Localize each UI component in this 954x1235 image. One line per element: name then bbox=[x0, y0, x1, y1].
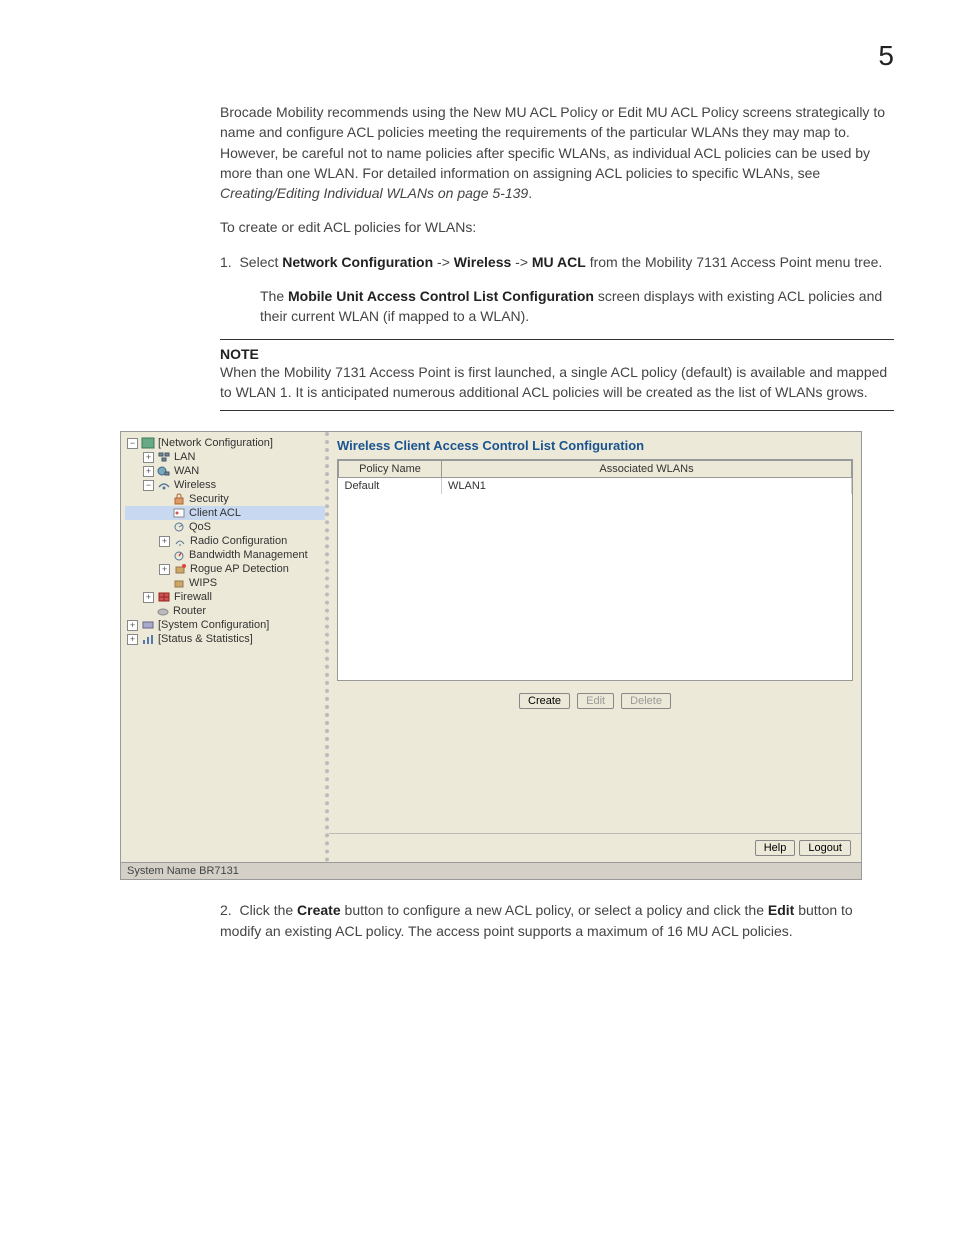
note-rule-bottom bbox=[220, 410, 894, 411]
stats-icon bbox=[141, 633, 155, 645]
wips-icon bbox=[172, 577, 186, 589]
step1-b1: Network Configuration bbox=[282, 254, 433, 270]
tree-label: QoS bbox=[189, 521, 211, 533]
tree-label: Bandwidth Management bbox=[189, 549, 308, 561]
step1-m1: -> bbox=[433, 254, 454, 270]
note-label: NOTE bbox=[220, 346, 894, 362]
step2-b1: Create bbox=[297, 902, 341, 918]
status-bar: System Name BR7131 bbox=[121, 862, 861, 879]
tree-label: WAN bbox=[174, 465, 199, 477]
tree-label: Wireless bbox=[174, 479, 216, 491]
tree-status-statistics[interactable]: + [Status & Statistics] bbox=[125, 632, 325, 646]
wireless-icon bbox=[157, 479, 171, 491]
tree-label: Security bbox=[189, 493, 229, 505]
intro-paragraph: Brocade Mobility recommends using the Ne… bbox=[220, 102, 894, 203]
panel-title: Wireless Client Access Control List Conf… bbox=[329, 432, 861, 459]
step2-pre: Click the bbox=[239, 902, 297, 918]
tree-label: [Status & Statistics] bbox=[158, 633, 253, 645]
step1-post: from the Mobility 7131 Access Point menu… bbox=[586, 254, 882, 270]
step2-b2: Edit bbox=[768, 902, 794, 918]
step-2: 2. Click the Create button to configure … bbox=[220, 900, 894, 941]
rogue-icon bbox=[173, 563, 187, 575]
tree-label: WIPS bbox=[189, 577, 217, 589]
page-number: 5 bbox=[60, 40, 894, 72]
content-panel: Wireless Client Access Control List Conf… bbox=[329, 432, 861, 862]
tree-label: Firewall bbox=[174, 591, 212, 603]
expand-icon[interactable]: + bbox=[143, 592, 154, 603]
tree-firewall[interactable]: + Firewall bbox=[125, 590, 325, 604]
step1-b2: Wireless bbox=[454, 254, 511, 270]
tree-label: [System Configuration] bbox=[158, 619, 269, 631]
edit-button[interactable]: Edit bbox=[577, 693, 614, 709]
action-buttons: Create Edit Delete bbox=[329, 681, 861, 721]
client-acl-icon bbox=[172, 507, 186, 519]
wan-icon bbox=[157, 465, 171, 477]
nav-tree: − [Network Configuration] + LAN + WAN − … bbox=[121, 432, 329, 862]
step1sub-b: Mobile Unit Access Control List Configur… bbox=[288, 288, 594, 304]
radio-icon bbox=[173, 535, 187, 547]
collapse-icon[interactable]: − bbox=[127, 438, 138, 449]
tree-bandwidth[interactable]: Bandwidth Management bbox=[125, 548, 325, 562]
screenshot-figure: − [Network Configuration] + LAN + WAN − … bbox=[120, 431, 862, 880]
tree-radio-config[interactable]: + Radio Configuration bbox=[125, 534, 325, 548]
tree-label: Rogue AP Detection bbox=[190, 563, 289, 575]
cell-associated-wlans: WLAN1 bbox=[442, 478, 852, 495]
note-rule-top bbox=[220, 339, 894, 340]
tree-rogue-ap[interactable]: + Rogue AP Detection bbox=[125, 562, 325, 576]
collapse-icon[interactable]: − bbox=[143, 480, 154, 491]
qos-icon bbox=[172, 521, 186, 533]
tree-lan[interactable]: + LAN bbox=[125, 450, 325, 464]
tree-label: Radio Configuration bbox=[190, 535, 287, 547]
logout-button[interactable]: Logout bbox=[799, 840, 851, 856]
expand-icon[interactable]: + bbox=[127, 620, 138, 631]
system-icon bbox=[141, 619, 155, 631]
table-row[interactable]: Default WLAN1 bbox=[339, 478, 852, 495]
bandwidth-icon bbox=[172, 549, 186, 561]
expand-icon[interactable]: + bbox=[159, 564, 170, 575]
step2-mid: button to configure a new ACL policy, or… bbox=[341, 902, 768, 918]
tree-security[interactable]: Security bbox=[125, 492, 325, 506]
tree-client-acl[interactable]: Client ACL bbox=[125, 506, 325, 520]
firewall-icon bbox=[157, 591, 171, 603]
col-associated-wlans[interactable]: Associated WLANs bbox=[442, 461, 852, 478]
intro-crossref: Creating/Editing Individual WLANs on pag… bbox=[220, 185, 528, 201]
intro-end: . bbox=[528, 185, 532, 201]
tree-label: LAN bbox=[174, 451, 195, 463]
step1sub-pre: The bbox=[260, 288, 288, 304]
tree-router[interactable]: Router bbox=[125, 604, 325, 618]
step1-pre: Select bbox=[239, 254, 282, 270]
acl-table: Policy Name Associated WLANs Default WLA… bbox=[337, 459, 853, 681]
delete-button[interactable]: Delete bbox=[621, 693, 671, 709]
tree-wips[interactable]: WIPS bbox=[125, 576, 325, 590]
tree-network-configuration[interactable]: − [Network Configuration] bbox=[125, 436, 325, 450]
tree-wireless[interactable]: − Wireless bbox=[125, 478, 325, 492]
footer-buttons: Help Logout bbox=[329, 833, 861, 862]
network-icon bbox=[141, 437, 155, 449]
step1-m2: -> bbox=[511, 254, 532, 270]
cell-policy-name: Default bbox=[339, 478, 442, 495]
lead-text: To create or edit ACL policies for WLANs… bbox=[220, 217, 894, 237]
step-1-sub: The Mobile Unit Access Control List Conf… bbox=[260, 286, 894, 327]
tree-label: Router bbox=[173, 605, 206, 617]
step-1: 1. Select Network Configuration -> Wirel… bbox=[220, 252, 894, 272]
col-policy-name[interactable]: Policy Name bbox=[339, 461, 442, 478]
router-icon bbox=[156, 605, 170, 617]
note-body: When the Mobility 7131 Access Point is f… bbox=[220, 362, 894, 403]
expand-icon[interactable]: + bbox=[143, 452, 154, 463]
create-button[interactable]: Create bbox=[519, 693, 570, 709]
expand-icon[interactable]: + bbox=[143, 466, 154, 477]
expand-icon[interactable]: + bbox=[127, 634, 138, 645]
lan-icon bbox=[157, 451, 171, 463]
expand-icon[interactable]: + bbox=[159, 536, 170, 547]
step1-b3: MU ACL bbox=[532, 254, 586, 270]
intro-text: Brocade Mobility recommends using the Ne… bbox=[220, 104, 885, 181]
help-button[interactable]: Help bbox=[755, 840, 796, 856]
tree-wan[interactable]: + WAN bbox=[125, 464, 325, 478]
security-icon bbox=[172, 493, 186, 505]
tree-label: [Network Configuration] bbox=[158, 437, 273, 449]
tree-qos[interactable]: QoS bbox=[125, 520, 325, 534]
tree-system-configuration[interactable]: + [System Configuration] bbox=[125, 618, 325, 632]
tree-label: Client ACL bbox=[189, 507, 241, 519]
